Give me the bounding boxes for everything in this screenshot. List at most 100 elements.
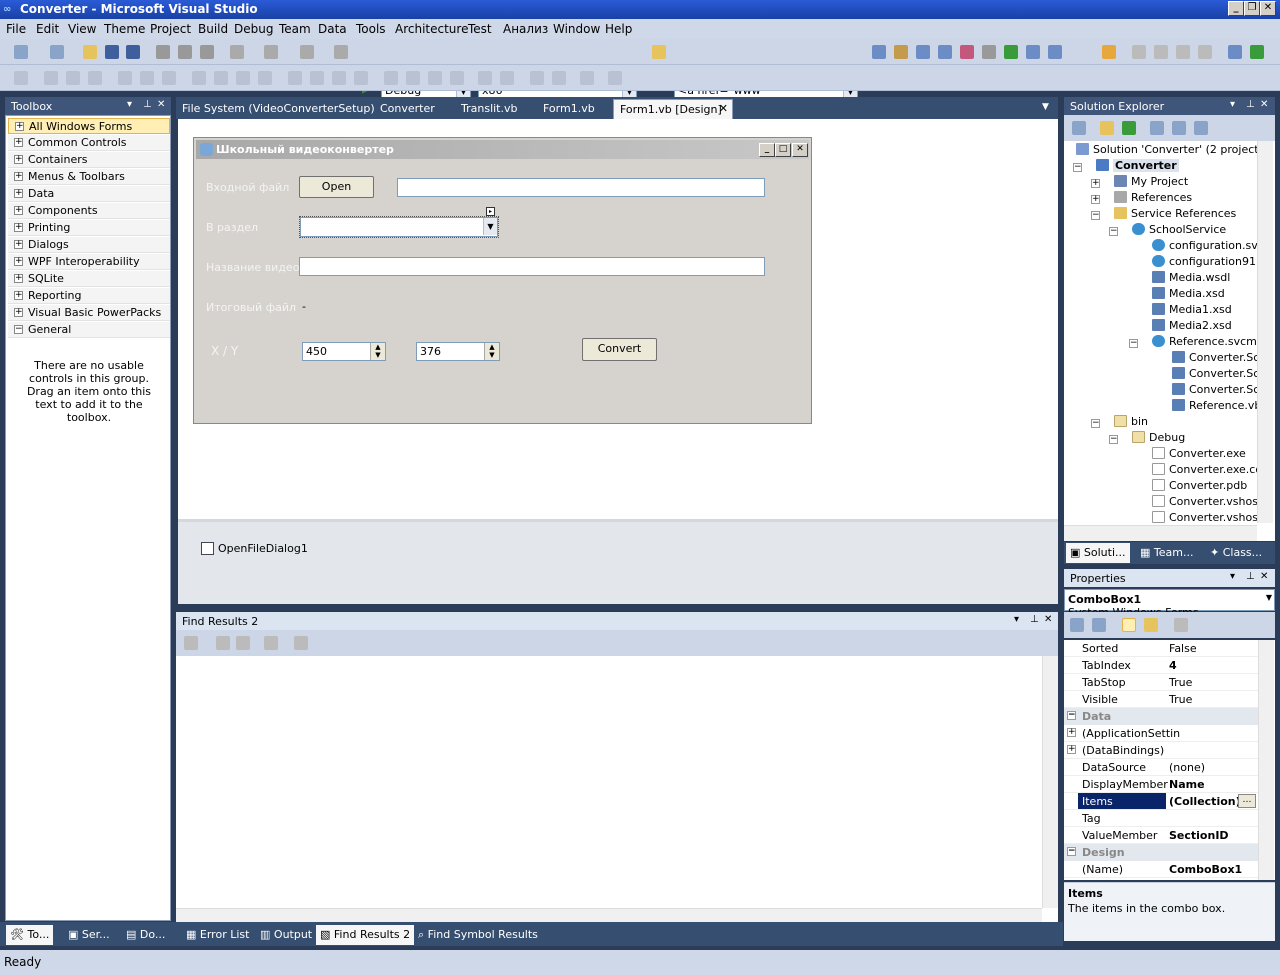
make-same-size-icon[interactable]	[258, 71, 272, 85]
view-designer-icon[interactable]	[1172, 121, 1186, 135]
view-code-icon[interactable]	[1150, 121, 1164, 135]
alphabetical-icon[interactable]	[1092, 618, 1106, 632]
menu-analyze[interactable]: Анализ	[503, 22, 548, 36]
send-to-back-icon[interactable]	[552, 71, 566, 85]
toolbox-group-printing[interactable]: + Printing	[8, 220, 170, 236]
decrease-vertical-spacing-icon[interactable]	[428, 71, 442, 85]
tree-file[interactable]: Converter.Sch	[1172, 351, 1266, 364]
toolbox-group-components[interactable]: + Components	[8, 203, 170, 219]
label-section[interactable]: В раздел	[206, 221, 258, 234]
input-file-textbox[interactable]	[397, 178, 765, 197]
align-lefts-icon[interactable]	[44, 71, 58, 85]
cancel-find-icon[interactable]	[294, 636, 308, 650]
save-icon[interactable]	[105, 45, 119, 59]
decrease-horizontal-spacing-icon[interactable]	[332, 71, 346, 85]
pin-icon[interactable]: ⊥	[1030, 614, 1039, 625]
prop-row-tabindex[interactable]: TabIndex 4	[1064, 657, 1258, 674]
ellipsis-button[interactable]: …	[1238, 794, 1256, 808]
maximize-button[interactable]: ❐	[1244, 1, 1260, 16]
toolbox-group-menus-toolbars[interactable]: + Menus & Toolbars	[8, 169, 170, 185]
bookmark-icon[interactable]	[1102, 45, 1116, 59]
center-vertically-icon[interactable]	[500, 71, 514, 85]
tab-team-explorer[interactable]: ▦ Team...	[1136, 543, 1197, 563]
previous-bookmark-icon[interactable]	[1132, 45, 1146, 59]
size-to-grid-icon[interactable]	[214, 71, 228, 85]
prop-row-displaymember[interactable]: DisplayMember Name	[1064, 776, 1258, 793]
menu-architecture[interactable]: Architecture	[395, 22, 468, 36]
close-icon[interactable]: ✕	[1260, 571, 1268, 582]
show-all-files-icon[interactable]	[1100, 121, 1114, 135]
dropdown-icon[interactable]: ▾	[1230, 571, 1235, 582]
next-result-icon[interactable]	[236, 636, 250, 650]
remove-horizontal-spacing-icon[interactable]	[354, 71, 368, 85]
tree-project-converter[interactable]: Converter	[1096, 159, 1179, 172]
align-bottoms-icon[interactable]	[162, 71, 176, 85]
save-all-icon[interactable]	[126, 45, 140, 59]
property-pages-icon[interactable]	[1174, 618, 1188, 632]
start-page-icon[interactable]	[1004, 45, 1018, 59]
pin-icon[interactable]: ⊥	[1246, 99, 1255, 110]
collapse-icon[interactable]: −	[1073, 163, 1082, 172]
tree-file[interactable]: configuration.svci	[1152, 239, 1267, 252]
tools-icon[interactable]	[982, 45, 996, 59]
dropdown-icon[interactable]: ▾	[1014, 614, 1019, 625]
collapse-icon[interactable]: −	[1129, 339, 1138, 348]
tree-folder-bin[interactable]: bin	[1114, 415, 1148, 428]
menu-debug[interactable]: Debug	[234, 22, 273, 36]
new-project-icon[interactable]	[14, 45, 28, 59]
property-grid[interactable]: Sorted False TabIndex 4 TabStop True Visibl…	[1064, 640, 1275, 880]
tree-school-service[interactable]: SchoolService	[1132, 223, 1226, 236]
dropdown-icon[interactable]: ▾	[1230, 99, 1235, 110]
copy-icon[interactable]	[178, 45, 192, 59]
clear-all-icon[interactable]	[264, 636, 278, 650]
properties-view-icon[interactable]	[1122, 618, 1136, 632]
bring-to-front-icon[interactable]	[530, 71, 544, 85]
tree-file[interactable]: configuration91.s	[1152, 255, 1265, 268]
menu-window[interactable]: Window	[553, 22, 600, 36]
tree-file[interactable]: Converter.Sch	[1172, 383, 1266, 396]
navigate-forward-icon[interactable]	[334, 45, 348, 59]
spin-arrows-icon[interactable]: ▲ ▼	[370, 343, 385, 360]
collapse-icon[interactable]: −	[1091, 211, 1100, 220]
label-output-file[interactable]: Итоговый файл	[206, 301, 296, 314]
align-to-grid-icon[interactable]	[14, 71, 28, 85]
tree-service-references[interactable]: Service References	[1114, 207, 1236, 220]
menu-tools[interactable]: Tools	[356, 22, 386, 36]
menu-theme[interactable]: Theme	[104, 22, 145, 36]
add-item-icon[interactable]	[50, 45, 64, 59]
prop-row-datasource[interactable]: DataSource (none)	[1064, 759, 1258, 776]
align-middles-icon[interactable]	[140, 71, 154, 85]
navigate-backward-icon[interactable]	[300, 45, 314, 59]
solution-explorer-icon[interactable]	[872, 45, 886, 59]
close-button[interactable]: ✕	[1260, 1, 1276, 16]
close-icon[interactable]: ✕	[1260, 99, 1268, 110]
tree-file[interactable]: Converter.pdb	[1152, 479, 1247, 492]
solution-vertical-scrollbar[interactable]	[1257, 141, 1273, 523]
vertical-spacing-icon[interactable]	[384, 71, 398, 85]
expand-icon[interactable]: +	[1091, 179, 1100, 188]
toolbox-group-wpf-interoperability[interactable]: + WPF Interoperability	[8, 254, 170, 270]
solution-horizontal-scrollbar[interactable]	[1064, 525, 1257, 541]
sync-icon[interactable]	[1250, 45, 1264, 59]
tree-file[interactable]: Media2.xsd	[1152, 319, 1232, 332]
cut-icon[interactable]	[156, 45, 170, 59]
properties-icon[interactable]	[1072, 121, 1086, 135]
collapse-icon[interactable]: −	[1067, 711, 1076, 720]
find-results-horizontal-scrollbar[interactable]	[176, 908, 1042, 922]
menu-test[interactable]: Test	[468, 22, 492, 36]
menu-build[interactable]: Build	[198, 22, 228, 36]
menu-team[interactable]: Team	[279, 22, 311, 36]
tab-find-symbol-results[interactable]: ⌕ Find Symbol Results	[414, 925, 542, 945]
tree-file[interactable]: Media1.xsd	[1152, 303, 1232, 316]
prop-category-data[interactable]: − Data	[1064, 708, 1258, 725]
tab-class-view[interactable]: ✦ Class...	[1206, 543, 1266, 563]
go-to-location-icon[interactable]	[184, 636, 198, 650]
tree-folder-debug[interactable]: Debug	[1132, 431, 1185, 444]
tree-file[interactable]: Converter.exe	[1152, 447, 1246, 460]
command-window-icon[interactable]	[1048, 45, 1062, 59]
align-tops-icon[interactable]	[118, 71, 132, 85]
tree-file[interactable]: Converter.exe.co	[1152, 463, 1262, 476]
extension-manager-icon[interactable]	[1026, 45, 1040, 59]
prop-row-databindings[interactable]: + (DataBindings)	[1064, 742, 1258, 759]
find-in-files-icon[interactable]	[652, 45, 666, 59]
